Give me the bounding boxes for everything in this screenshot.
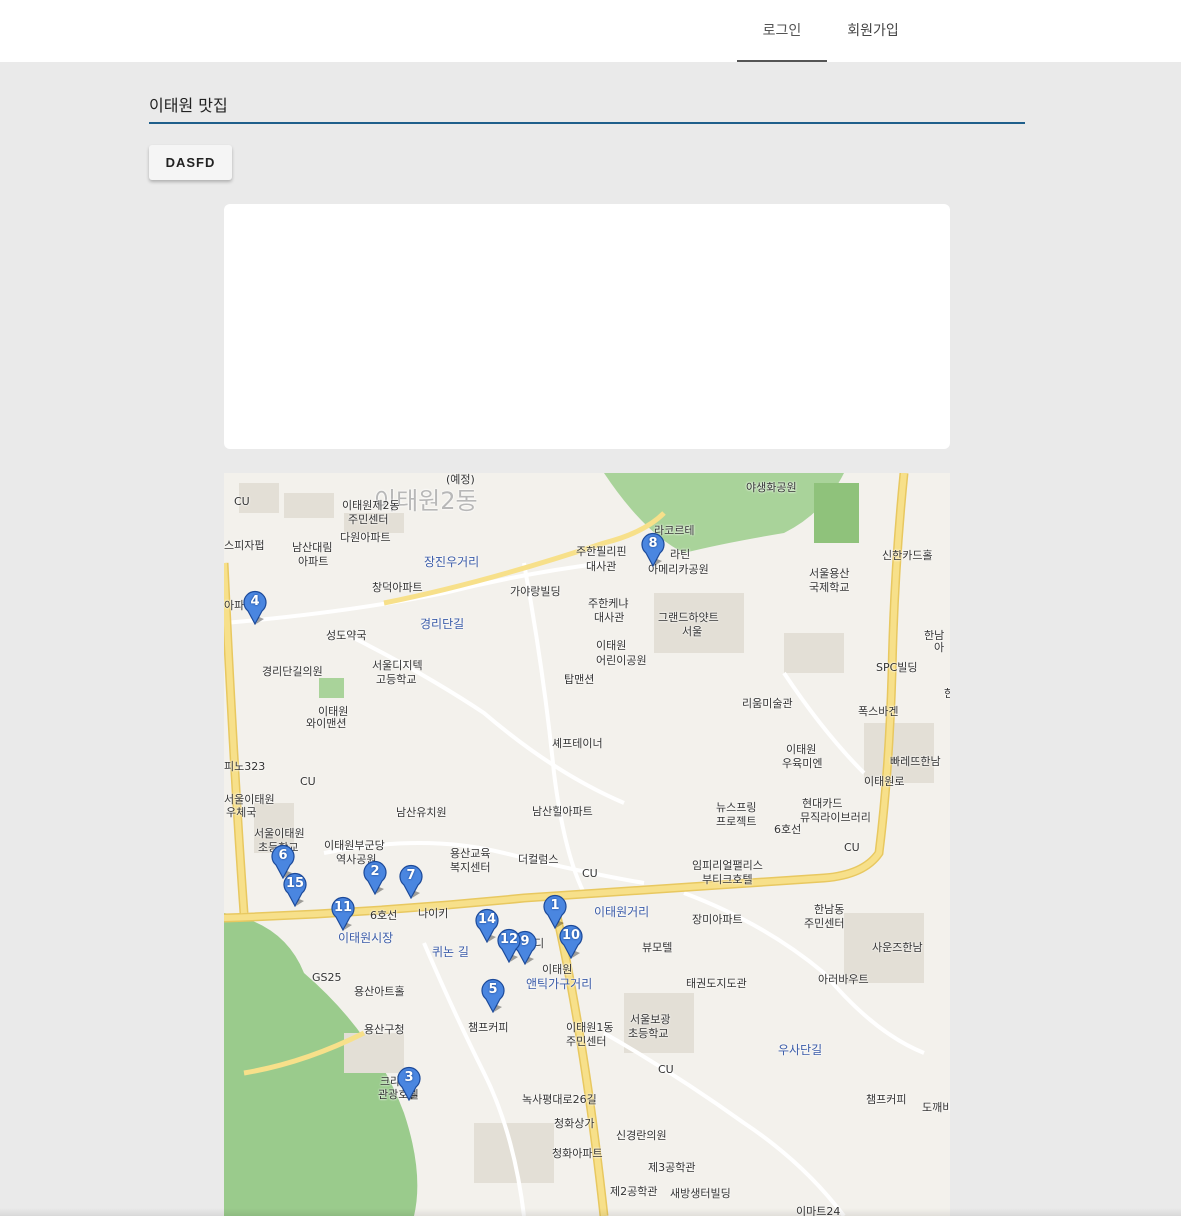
bottom-shadow: [0, 1208, 1181, 1216]
map-marker-14[interactable]: 14: [474, 907, 500, 943]
auth-tabs: 로그인 회원가입: [737, 0, 919, 62]
map-marker-4[interactable]: 4: [242, 589, 268, 625]
map-marker-8[interactable]: 8: [640, 531, 666, 567]
marker-number: 3: [404, 1070, 414, 1085]
map-view[interactable]: 이태원2동 (예정) 이태원제2동 주민센터 야생화공원 라코르테 남산대림 아파트 다원아파트…: [224, 473, 950, 1216]
map-marker-11[interactable]: 11: [330, 895, 356, 931]
marker-number: 8: [648, 536, 658, 551]
marker-number: 7: [406, 868, 416, 883]
results-card: [224, 204, 950, 449]
marker-number: 6: [278, 848, 288, 863]
marker-number: 11: [333, 900, 353, 915]
map-marker-10[interactable]: 10: [558, 923, 584, 959]
map-marker-7[interactable]: 7: [398, 863, 424, 899]
search-input[interactable]: [149, 88, 1025, 120]
dasfd-button[interactable]: DASFD: [149, 145, 232, 180]
map-marker-15[interactable]: 15: [282, 871, 308, 907]
marker-number: 5: [488, 982, 498, 997]
tab-signup[interactable]: 회원가입: [827, 0, 919, 60]
map-markers: 1 2 3 4 5 6 7 8 9 10 11 12 14 15: [224, 473, 950, 1216]
marker-number: 10: [561, 928, 581, 943]
search-field: [149, 88, 1025, 124]
tab-login[interactable]: 로그인: [737, 0, 827, 62]
marker-number: 4: [250, 594, 260, 609]
map-marker-2[interactable]: 2: [362, 859, 388, 895]
top-nav-bar: 로그인 회원가입: [0, 0, 1181, 62]
map-marker-3[interactable]: 3: [396, 1065, 422, 1101]
map-marker-5[interactable]: 5: [480, 977, 506, 1013]
marker-number: 1: [550, 898, 560, 913]
marker-number: 14: [477, 912, 497, 927]
marker-number: 15: [285, 876, 305, 891]
marker-number: 2: [370, 864, 380, 879]
